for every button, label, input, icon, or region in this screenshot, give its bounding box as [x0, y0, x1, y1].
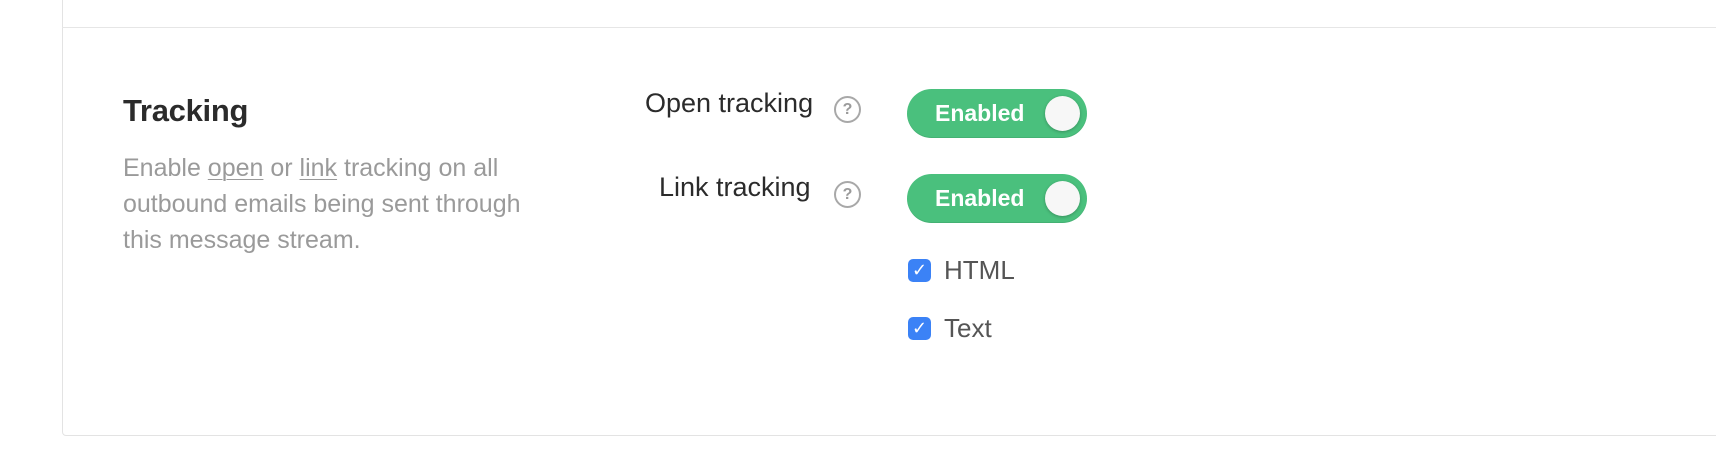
html-option-label: HTML — [944, 255, 1015, 285]
open-tracking-help-icon[interactable]: ? — [834, 96, 861, 123]
toggle-knob — [1045, 181, 1080, 216]
html-tracking-option[interactable]: ✓ HTML — [908, 255, 1015, 286]
text-option-label: Text — [944, 313, 992, 343]
section-title: Tracking — [123, 93, 249, 128]
text-tracking-option[interactable]: ✓ Text — [908, 313, 992, 344]
open-tracking-label: Open tracking — [645, 88, 814, 118]
link-tracking-toggle-label: Enabled — [935, 185, 1025, 211]
section-divider — [62, 27, 1716, 28]
link-tracking-link[interactable]: link — [300, 154, 338, 182]
description-middle: or — [263, 154, 300, 182]
description-prefix: Enable — [123, 154, 208, 182]
open-tracking-link[interactable]: open — [208, 154, 264, 182]
section-description: Enable open or link tracking on all outb… — [123, 150, 563, 258]
toggle-knob — [1045, 96, 1080, 131]
link-tracking-label: Link tracking — [659, 172, 811, 202]
text-checkbox-checkmark-icon[interactable]: ✓ — [908, 317, 931, 340]
link-tracking-toggle[interactable]: Enabled — [907, 174, 1087, 223]
html-checkbox-checkmark-icon[interactable]: ✓ — [908, 259, 931, 282]
open-tracking-toggle[interactable]: Enabled — [907, 89, 1087, 138]
link-tracking-help-icon[interactable]: ? — [834, 181, 861, 208]
open-tracking-toggle-label: Enabled — [935, 100, 1025, 126]
